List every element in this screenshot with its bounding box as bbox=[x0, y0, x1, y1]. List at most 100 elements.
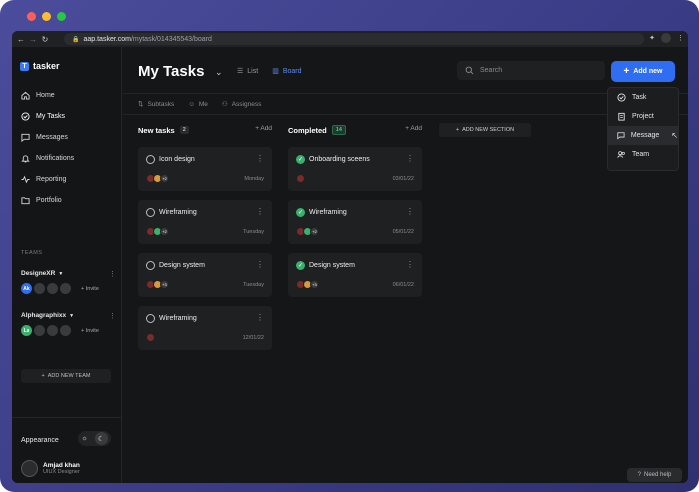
menu-item-message[interactable]: Message ↖ bbox=[608, 126, 678, 145]
assignees-filter[interactable]: ⚇ Assigness bbox=[221, 100, 261, 109]
task-card[interactable]: ✓ Design system ⋮ +3 06/01/22 bbox=[288, 253, 422, 297]
avatar[interactable]: Ak bbox=[21, 283, 32, 294]
menu-icon[interactable]: ⋮ bbox=[677, 34, 684, 42]
column-count-badge: 14 bbox=[331, 125, 346, 135]
extra-count: +2 bbox=[160, 227, 169, 236]
window-frame: ← → ↻ 🔒 aap.tasker.com/mytask/014345543/… bbox=[0, 0, 699, 492]
more-icon[interactable]: ⋮ bbox=[256, 313, 264, 322]
check-circle-icon[interactable] bbox=[146, 261, 155, 270]
users-icon: ⚇ bbox=[221, 101, 228, 108]
sidebar-item-my-tasks[interactable]: My Tasks bbox=[12, 106, 122, 127]
maximize-dot[interactable] bbox=[57, 12, 66, 21]
board-column-new-tasks: New tasks 2 + Add bbox=[138, 123, 278, 137]
forward-icon[interactable]: → bbox=[27, 35, 39, 44]
sidebar-item-notifications[interactable]: Notifications bbox=[12, 148, 122, 169]
column-header: Completed 14 + Add bbox=[288, 123, 428, 137]
theme-toggle[interactable]: ☼ ☾ bbox=[78, 431, 111, 446]
team-alphagraphixx: Alphagraphixx ▼ ⋮ Ls + Invite bbox=[21, 312, 116, 336]
task-card[interactable]: ✓ Wireframing ⋮ +2 05/01/22 bbox=[288, 200, 422, 244]
profile-avatar[interactable] bbox=[661, 33, 671, 43]
assignee-avatars bbox=[146, 333, 155, 342]
team-name[interactable]: Alphagraphixx ▼ bbox=[21, 312, 116, 319]
close-dot[interactable] bbox=[27, 12, 36, 21]
moon-icon[interactable]: ☾ bbox=[94, 432, 108, 445]
add-task-button[interactable]: + Add bbox=[405, 125, 422, 132]
cursor-icon: ↖ bbox=[671, 131, 678, 140]
more-icon[interactable]: ⋮ bbox=[256, 260, 264, 269]
tab-list[interactable]: ☰ List bbox=[237, 67, 258, 76]
task-card[interactable]: Wireframing ⋮ +2 Tuesday bbox=[138, 200, 272, 244]
sidebar-item-home[interactable]: Home bbox=[12, 85, 122, 106]
subtasks-filter[interactable]: ⇅ Subtasks bbox=[138, 100, 174, 109]
check-circle-icon[interactable] bbox=[146, 155, 155, 164]
clipboard-icon bbox=[618, 112, 625, 121]
avatar bbox=[296, 174, 305, 183]
task-card[interactable]: Icon design ⋮ +2 Monday bbox=[138, 147, 272, 191]
more-icon[interactable]: ⋮ bbox=[256, 207, 264, 216]
add-new-button[interactable]: + Add new bbox=[611, 61, 675, 82]
search-input[interactable]: Search bbox=[457, 61, 605, 80]
sidebar-item-messages[interactable]: Messages bbox=[12, 127, 122, 148]
team-name[interactable]: DesigneXR ▼ bbox=[21, 270, 116, 277]
user-profile[interactable]: Amjad khan UIUX Designer bbox=[21, 460, 80, 477]
more-icon[interactable]: ⋮ bbox=[256, 154, 264, 163]
check-circle-icon[interactable]: ✓ bbox=[296, 261, 305, 270]
more-icon[interactable]: ⋮ bbox=[406, 154, 414, 163]
user-name: Amjad khan bbox=[43, 462, 80, 469]
more-icon[interactable]: ⋮ bbox=[406, 207, 414, 216]
me-filter[interactable]: ☺ Me bbox=[188, 101, 208, 108]
check-circle-icon[interactable] bbox=[146, 314, 155, 323]
caret-down-icon: ▼ bbox=[58, 270, 64, 277]
sidebar-item-label: Messages bbox=[36, 134, 68, 141]
invite-button[interactable]: + Invite bbox=[81, 286, 99, 292]
check-circle-icon[interactable]: ✓ bbox=[296, 208, 305, 217]
sidebar: T tasker Home My Tasks Messages Notifica… bbox=[12, 47, 122, 483]
search-icon bbox=[465, 66, 474, 75]
avatar[interactable]: Ls bbox=[21, 325, 32, 336]
add-new-menu: Task Project Message ↖ Team bbox=[607, 87, 679, 171]
invite-button[interactable]: + Invite bbox=[81, 328, 99, 334]
plus-icon: + bbox=[455, 127, 460, 133]
sidebar-item-reporting[interactable]: Reporting bbox=[12, 169, 122, 190]
add-team-button[interactable]: + ADD NEW TEAM bbox=[21, 369, 111, 383]
more-icon[interactable]: ⋮ bbox=[109, 270, 116, 278]
avatar-placeholder bbox=[47, 283, 58, 294]
avatar bbox=[21, 460, 38, 477]
menu-item-project[interactable]: Project bbox=[608, 107, 678, 126]
assignee-avatars: +2 bbox=[146, 227, 169, 236]
filter-toolbar: ⇅ Subtasks ☺ Me ⚇ Assigness bbox=[123, 93, 688, 115]
task-title: Wireframing bbox=[159, 209, 197, 216]
more-icon[interactable]: ⋮ bbox=[406, 260, 414, 269]
sidebar-item-label: Portfolio bbox=[36, 197, 62, 204]
task-title: Design system bbox=[159, 262, 205, 269]
app-logo[interactable]: T tasker bbox=[20, 61, 60, 71]
browser-toolbar: ← → ↻ 🔒 aap.tasker.com/mytask/014345543/… bbox=[12, 31, 688, 47]
task-date: 05/01/22 bbox=[392, 229, 414, 235]
back-icon[interactable]: ← bbox=[15, 35, 27, 44]
address-bar[interactable]: 🔒 aap.tasker.com/mytask/014345543/board bbox=[64, 33, 644, 45]
minimize-dot[interactable] bbox=[42, 12, 51, 21]
check-circle-icon[interactable]: ✓ bbox=[296, 155, 305, 164]
sidebar-item-portfolio[interactable]: Portfolio bbox=[12, 190, 122, 211]
task-card[interactable]: Design system ⋮ +3 Tuesday bbox=[138, 253, 272, 297]
sidebar-item-label: My Tasks bbox=[36, 113, 66, 120]
task-card[interactable]: Wireframing ⋮ 12/01/22 bbox=[138, 306, 272, 350]
more-icon[interactable]: ⋮ bbox=[109, 312, 116, 320]
task-title: Icon design bbox=[159, 156, 195, 163]
message-icon bbox=[617, 132, 625, 140]
task-card[interactable]: ✓ Onboarding sceens ⋮ 03/01/22 bbox=[288, 147, 422, 191]
tab-board[interactable]: ▥ Board bbox=[272, 67, 301, 76]
menu-item-task[interactable]: Task bbox=[608, 88, 678, 107]
check-circle-icon[interactable] bbox=[146, 208, 155, 217]
assignee-avatars: +2 bbox=[146, 174, 169, 183]
help-button[interactable]: ? Need help bbox=[627, 468, 682, 482]
logo-mark: T bbox=[20, 61, 29, 71]
add-section-button[interactable]: + ADD NEW SECTION bbox=[439, 123, 531, 137]
add-task-button[interactable]: + Add bbox=[255, 125, 272, 132]
sun-icon[interactable]: ☼ bbox=[81, 435, 87, 442]
chevron-down-icon[interactable]: ⌄ bbox=[215, 67, 223, 78]
browser-extensions: ✦ ⋮ bbox=[649, 33, 684, 43]
menu-item-team[interactable]: Team bbox=[608, 145, 678, 164]
puzzle-icon[interactable]: ✦ bbox=[649, 34, 655, 42]
reload-icon[interactable]: ↻ bbox=[39, 35, 51, 44]
